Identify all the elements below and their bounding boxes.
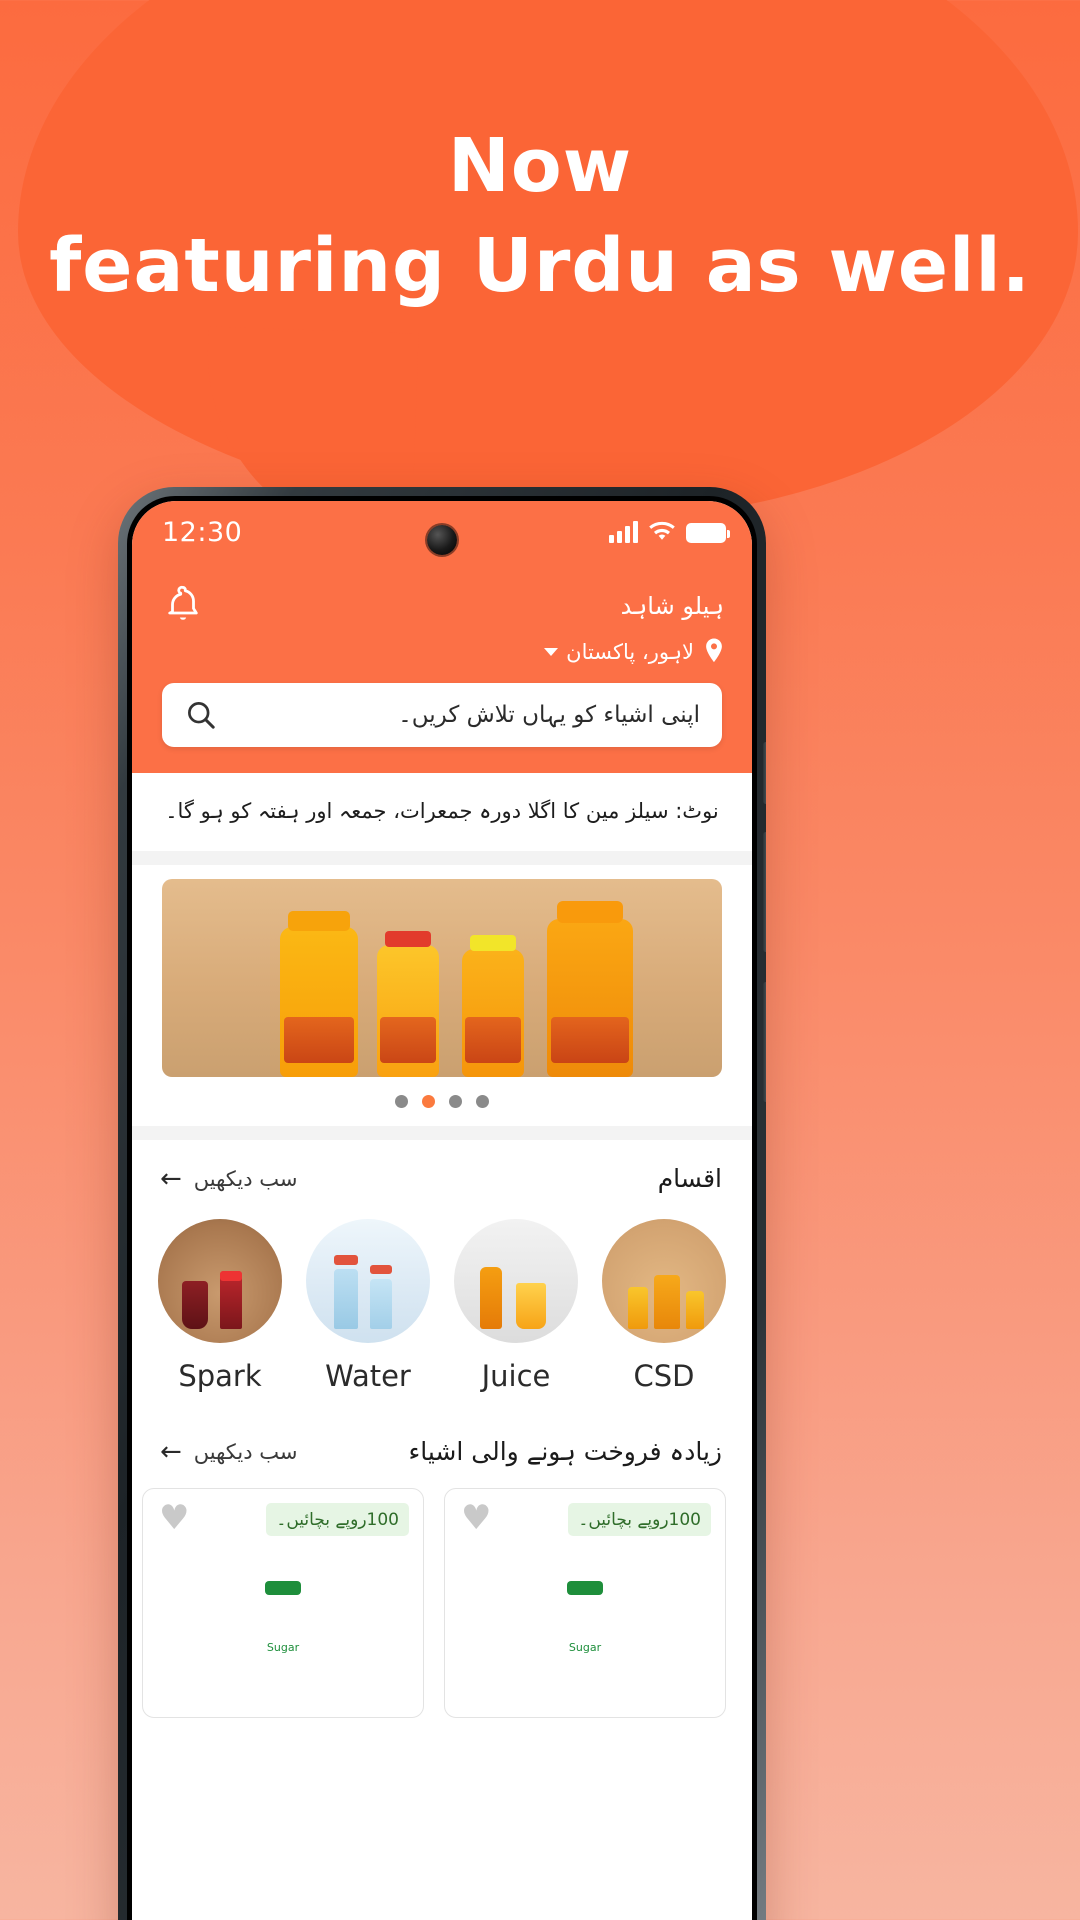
app-header: ہیلو شاہد لاہور، پاکستان اپنی اشیاء کو ی… [132, 563, 752, 773]
best-sellers-see-all-button[interactable]: سب دیکھیں ← [160, 1439, 297, 1465]
banner-bottle-3 [462, 935, 524, 1077]
location-text: لاہور، پاکستان [566, 640, 694, 664]
promo-headline-line-2: featuring Urdu as well. [49, 223, 1031, 309]
search-input[interactable]: اپنی اشیاء کو یہاں تلاش کریں۔ [218, 702, 700, 728]
category-item-water[interactable]: Water [294, 1219, 442, 1393]
arrow-left-icon: ← [160, 1163, 182, 1194]
banner-bottle-4 [547, 901, 633, 1077]
search-bar[interactable]: اپنی اشیاء کو یہاں تلاش کریں۔ [162, 683, 722, 747]
best-sellers-list: 100روپے بچائیں۔ ♥ Sugar 100روپے بچائیں۔ … [132, 1476, 752, 1718]
category-label-spark: Spark [178, 1359, 262, 1393]
banner-bottle-2 [377, 931, 439, 1077]
category-label-juice: Juice [481, 1359, 551, 1393]
categories-list: CSD Juice Water Spark [132, 1203, 752, 1399]
juice-glass-image [454, 1219, 578, 1343]
categories-section: اقسام سب دیکھیں ← CSD Juice Water Spark [132, 1140, 752, 1399]
product-card[interactable]: 100روپے بچائیں۔ ♥ Sugar [444, 1488, 726, 1718]
best-sellers-section: زیادہ فروخت ہونے والی اشیاء سب دیکھیں ← … [132, 1413, 752, 1718]
categories-see-all-button[interactable]: سب دیکھیں ← [160, 1166, 297, 1192]
phone-volume-up-button [763, 832, 766, 952]
product-save-badge: 100روپے بچائیں۔ [266, 1503, 409, 1536]
category-label-csd: CSD [633, 1359, 695, 1393]
promo-carousel-image[interactable] [162, 879, 722, 1077]
app-header-row: ہیلو شاہد [132, 573, 752, 629]
categories-see-all-label: سب دیکھیں [193, 1166, 298, 1191]
salesman-note-banner: نوٹ: سیلز مین کا اگلا دورہ جمعرات، جمعہ … [132, 773, 752, 851]
categories-title: اقسام [657, 1164, 722, 1193]
category-item-csd[interactable]: CSD [590, 1219, 738, 1393]
carousel-dot-1[interactable] [395, 1095, 408, 1108]
promo-headline: Now featuring Urdu as well. [0, 118, 1080, 318]
search-section: اپنی اشیاء کو یہاں تلاش کریں۔ [132, 667, 752, 747]
category-item-spark[interactable]: Spark [146, 1219, 294, 1393]
phone-bezel: 12:30 ہیلو شاہد لاہور، پاکستان اپنی اشیا… [127, 496, 757, 1920]
front-camera-punch-hole [427, 525, 457, 555]
category-item-juice[interactable]: Juice [442, 1219, 590, 1393]
product-save-badge: 100روپے بچائیں۔ [568, 1503, 711, 1536]
best-sellers-see-all-label: سب دیکھیں [193, 1439, 298, 1464]
category-label-water: Water [325, 1359, 411, 1393]
promo-headline-line-1: Now [447, 123, 633, 209]
heart-icon[interactable]: ♥ [159, 1501, 189, 1535]
status-bar-icons [609, 521, 730, 543]
banner-bottle-1 [280, 911, 358, 1077]
phone-button-top [763, 742, 766, 804]
user-greeting: ہیلو شاہد [620, 592, 724, 620]
product-card[interactable]: 100روپے بچائیں۔ ♥ Sugar [142, 1488, 424, 1718]
search-icon[interactable] [184, 698, 218, 732]
location-selector[interactable]: لاہور، پاکستان [132, 629, 752, 667]
carousel-dot-4[interactable] [476, 1095, 489, 1108]
battery-full-icon [686, 523, 730, 543]
arrow-left-icon: ← [160, 1436, 182, 1467]
csd-bottles-image [602, 1219, 726, 1343]
phone-mockup: 12:30 ہیلو شاہد لاہور، پاکستان اپنی اشیا… [118, 487, 766, 1920]
sparkling-drinks-image [158, 1219, 282, 1343]
phone-volume-down-button [763, 982, 766, 1102]
status-bar: 12:30 [132, 501, 752, 563]
section-divider [132, 851, 752, 865]
cellular-signal-icon [609, 521, 638, 543]
chevron-down-icon [544, 648, 559, 656]
carousel-indicator-dots[interactable] [132, 1077, 752, 1126]
green-bottle-image: Sugar [255, 1581, 311, 1713]
status-bar-clock: 12:30 [162, 516, 243, 548]
best-sellers-header: زیادہ فروخت ہونے والی اشیاء سب دیکھیں ← [132, 1413, 752, 1476]
notification-bell-icon[interactable] [162, 583, 204, 629]
heart-icon[interactable]: ♥ [461, 1501, 491, 1535]
carousel-dot-3[interactable] [449, 1095, 462, 1108]
best-sellers-title: زیادہ فروخت ہونے والی اشیاء [408, 1437, 723, 1466]
water-bottles-image [306, 1219, 430, 1343]
location-pin-icon [706, 638, 722, 663]
carousel-dot-2[interactable] [422, 1095, 435, 1108]
promo-carousel[interactable] [132, 865, 752, 1077]
wifi-icon [649, 521, 675, 540]
section-divider-2 [132, 1126, 752, 1140]
green-bottle-image: Sugar [557, 1581, 613, 1713]
phone-screen: 12:30 ہیلو شاہد لاہور، پاکستان اپنی اشیا… [132, 501, 752, 1920]
categories-header: اقسام سب دیکھیں ← [132, 1140, 752, 1203]
